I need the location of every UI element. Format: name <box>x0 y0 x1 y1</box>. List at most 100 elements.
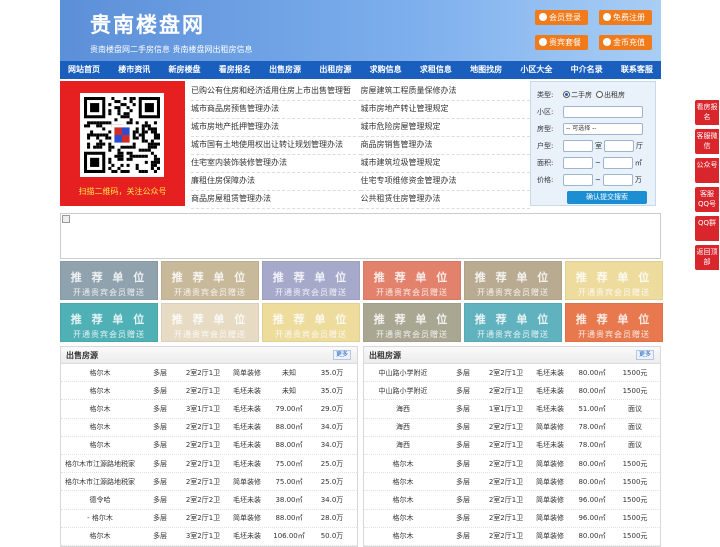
nav-item-8[interactable]: 地图找房 <box>470 61 502 79</box>
table-cell: 79.00㎡ <box>275 404 303 413</box>
site-header: 贵南楼盘网 贵南楼盘网二手房信息 贵南楼盘网出租房信息 会员登录 免费注册 贵宾… <box>60 0 661 61</box>
ad-tile[interactable]: 推 荐 单 位开通贵宾会员赠送 <box>262 261 360 300</box>
vip-icon <box>539 38 547 46</box>
policy-link[interactable]: 商品房销售管理办法 <box>360 137 530 155</box>
policy-link[interactable]: 公共租赁住房管理办法 <box>360 191 530 209</box>
table-cell: 25.0万 <box>320 477 344 486</box>
radio-rent[interactable] <box>596 91 603 98</box>
ad-tile[interactable]: 推 荐 单 位开通贵宾会员赠送 <box>161 303 259 342</box>
radio-secondhand-label: 二手房 <box>571 90 592 99</box>
nav-item-6[interactable]: 求购信息 <box>370 61 402 79</box>
table-row[interactable]: 格尔木 多层 2室2厅1卫 毛坯未装 88.00㎡ 34.0万 <box>61 419 357 437</box>
table-cell: 80.00㎡ <box>578 477 606 486</box>
table-row[interactable]: 德令哈 多层 2室2厅2卫 毛坯未装 38.00㎡ 34.0万 <box>61 491 357 510</box>
table-row[interactable]: 格尔木 多层 2室2厅1卫 简单装修 96.00㎡ 1500元 <box>364 491 660 510</box>
table-cell: 多层 <box>456 368 470 377</box>
side-button-5[interactable]: 返回顶部 <box>695 245 719 270</box>
sale-more-button[interactable]: 更多 <box>332 350 351 360</box>
table-cell: 1500元 <box>622 368 648 377</box>
table-row[interactable]: 海西 多层 2室2厅1卫 毛坯未装 78.00㎡ 面议 <box>364 437 660 455</box>
nav-item-1[interactable]: 楼市资讯 <box>118 61 150 79</box>
nav-item-9[interactable]: 小区大全 <box>520 61 552 79</box>
table-row[interactable]: 中山路小学附近 多层 2室2厅1卫 毛坯未装 80.00㎡ 1500元 <box>364 382 660 401</box>
ad-tile[interactable]: 推 荐 单 位开通贵宾会员赠送 <box>565 303 663 342</box>
table-cell: 海西 <box>396 423 410 432</box>
table-row[interactable]: - 格尔木 多层 2室2厅1卫 简单装修 88.00㎡ 28.0万 <box>61 510 357 528</box>
nav-item-11[interactable]: 联系客服 <box>621 61 653 79</box>
ad-tile[interactable]: 推 荐 单 位开通贵宾会员赠送 <box>60 261 158 300</box>
policy-link[interactable]: 城市国有土地使用权出让转让规划管理办法 <box>191 137 361 155</box>
table-cell: 2室2厅1卫 <box>185 441 221 450</box>
ad-tile[interactable]: 推 荐 单 位开通贵宾会员赠送 <box>363 303 461 342</box>
banner-image[interactable] <box>60 213 661 259</box>
table-cell: 2室2厅1卫 <box>185 423 221 432</box>
policy-link[interactable]: 城市商品房预售管理办法 <box>191 101 361 119</box>
nav-item-7[interactable]: 求租信息 <box>420 61 452 79</box>
table-row[interactable]: 格尔木 多层 2室2厅1卫 简单装修 80.00㎡ 1500元 <box>364 455 660 474</box>
hall-unit: 厅 <box>636 141 643 150</box>
policy-link[interactable]: 城市建筑垃圾管理规定 <box>360 155 530 173</box>
side-button-4[interactable]: QQ群 <box>695 216 719 241</box>
policy-link[interactable]: 房屋建筑工程质量保修办法 <box>360 83 530 101</box>
table-cell: 2室2厅1卫 <box>185 386 221 395</box>
site-title[interactable]: 贵南楼盘网 <box>90 9 205 39</box>
ad-tile[interactable]: 推 荐 单 位开通贵宾会员赠送 <box>565 261 663 300</box>
nav-item-5[interactable]: 出租房源 <box>319 61 351 79</box>
table-row[interactable]: 格尔木 多层 2室2厅1卫 简单装修 80.00㎡ 1500元 <box>364 528 660 546</box>
table-row[interactable]: 海西 多层 1室1厅1卫 毛坯未装 51.00㎡ 面议 <box>364 400 660 419</box>
nav-item-3[interactable]: 看房报名 <box>219 61 251 79</box>
rent-more-button[interactable]: 更多 <box>635 350 654 360</box>
top-section: 扫描二维码，关注公众号 已购公有住房和经济适用住房上市出售管理暂 城市商品房预售管… <box>60 81 661 209</box>
search-price-row: 价格: ~ 万 <box>537 171 651 188</box>
community-input[interactable] <box>563 105 643 118</box>
nav-item-2[interactable]: 新房楼盘 <box>169 61 201 79</box>
area-max-input[interactable] <box>602 156 633 169</box>
room-unit: 室 <box>595 141 602 150</box>
table-row[interactable]: 格尔木 多层 2室2厅1卫 毛坯未装 88.00㎡ 34.0万 <box>61 437 357 455</box>
free-register-button[interactable]: 免费注册 <box>599 10 652 25</box>
rooms-select[interactable] <box>563 139 593 152</box>
nav-item-10[interactable]: 中介名录 <box>571 61 603 79</box>
price-min-input[interactable] <box>563 173 593 186</box>
table-row[interactable]: 格尔木 多层 3室2厅1卫 毛坯未装 106.00㎡ 50.0万 <box>61 528 357 546</box>
nav-item-4[interactable]: 出售房源 <box>269 61 301 79</box>
policy-link[interactable]: 商品房屋租赁管理办法 <box>191 191 361 209</box>
policy-link[interactable]: 住宅室内装饰装修管理办法 <box>191 155 361 173</box>
table-row[interactable]: 格尔木 多层 2室2厅1卫 简单装修 未知 35.0万 <box>61 364 357 383</box>
policy-link[interactable]: 住宅专项维修资金管理办法 <box>360 173 530 191</box>
policy-link[interactable]: 廉租住房保障办法 <box>191 173 361 191</box>
member-login-button[interactable]: 会员登录 <box>535 10 588 25</box>
table-row[interactable]: 格尔木 多层 2室2厅1卫 毛坯未装 未知 35.0万 <box>61 382 357 401</box>
price-max-input[interactable] <box>602 173 633 186</box>
table-cell: 多层 <box>456 423 470 432</box>
policy-link[interactable]: 城市房地产转让管理规定 <box>360 101 530 119</box>
table-row[interactable]: 格尔木市江源路地税家 多层 2室2厅1卫 简单装修 75.00㎡ 25.0万 <box>61 473 357 492</box>
table-row[interactable]: 中山路小学附近 多层 2室2厅1卫 毛坯未装 80.00㎡ 1500元 <box>364 364 660 383</box>
policy-link[interactable]: 城市房地产抵押管理办法 <box>191 119 361 137</box>
side-button-0[interactable]: 看房报名 <box>695 100 719 125</box>
nav-item-0[interactable]: 网站首页 <box>68 61 100 79</box>
ad-tile[interactable]: 推 荐 单 位开通贵宾会员赠送 <box>161 261 259 300</box>
side-button-2[interactable]: 公众号 <box>695 158 719 183</box>
area-min-input[interactable] <box>563 156 593 169</box>
table-row[interactable]: 格尔木 多层 3室1厅1卫 毛坯未装 79.00㎡ 29.0万 <box>61 400 357 419</box>
coin-recharge-button[interactable]: 金币充值 <box>599 35 652 50</box>
table-row[interactable]: 格尔木市江源路地税家 多层 2室2厅1卫 毛坯未装 75.00㎡ 25.0万 <box>61 455 357 474</box>
ad-tile[interactable]: 推 荐 单 位开通贵宾会员赠送 <box>464 303 562 342</box>
policy-link[interactable]: 已购公有住房和经济适用住房上市出售管理暂 <box>191 83 361 101</box>
vip-package-button[interactable]: 贵宾套餐 <box>535 35 588 50</box>
ad-tile[interactable]: 推 荐 单 位开通贵宾会员赠送 <box>262 303 360 342</box>
hall-select[interactable] <box>604 139 634 152</box>
table-row[interactable]: 格尔木 多层 2室2厅1卫 简单装修 96.00㎡ 1500元 <box>364 510 660 528</box>
ad-tile[interactable]: 推 荐 单 位开通贵宾会员赠送 <box>60 303 158 342</box>
table-row[interactable]: 格尔木 多层 2室2厅1卫 简单装修 80.00㎡ 1500元 <box>364 473 660 492</box>
side-button-1[interactable]: 客服微信 <box>695 129 719 154</box>
ad-tile[interactable]: 推 荐 单 位开通贵宾会员赠送 <box>464 261 562 300</box>
search-submit-button[interactable]: 确认提交搜索 <box>567 191 647 204</box>
ad-tile[interactable]: 推 荐 单 位开通贵宾会员赠送 <box>363 261 461 300</box>
table-row[interactable]: 海西 多层 2室2厅1卫 简单装修 78.00㎡ 面议 <box>364 419 660 437</box>
layout-select[interactable]: -- 可选择 -- <box>563 122 643 135</box>
side-button-3[interactable]: 客服QQ号 <box>695 187 719 212</box>
policy-link[interactable]: 城市危险房屋管理规定 <box>360 119 530 137</box>
radio-secondhand[interactable] <box>563 91 570 98</box>
